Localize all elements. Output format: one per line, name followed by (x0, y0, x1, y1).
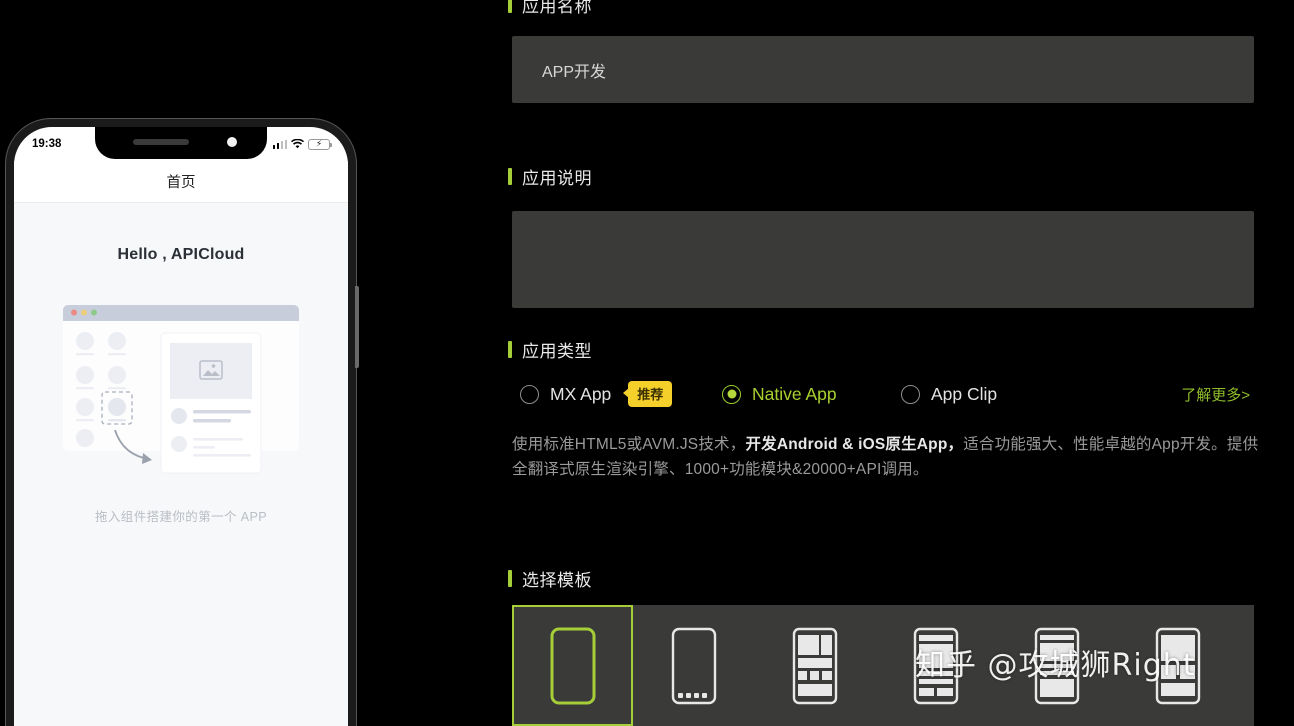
status-time: 19:38 (32, 138, 62, 150)
app-screen: 19:38 ⚡ 首页 Hello , APICloud 拖入组件搭建你的第一个 … (0, 0, 1294, 726)
template-list (512, 605, 1254, 726)
radio-option-app-clip[interactable]: App Clip (901, 384, 997, 405)
app-type-label: 应用类型 (508, 337, 592, 362)
app-desc-label: 应用说明 (508, 164, 592, 189)
phone-page-body: Hello , APICloud 拖入组件搭建你的第一个 APP (14, 203, 348, 726)
template-item-feed[interactable] (875, 605, 996, 726)
recommended-badge: 推荐 (623, 381, 673, 407)
app-name-input[interactable]: APP开发 (512, 36, 1254, 103)
feed-template-icon (913, 627, 958, 704)
template-item-card[interactable] (996, 605, 1117, 726)
phone-mockup: 19:38 ⚡ 首页 Hello , APICloud 拖入组件搭建你的第一个 … (5, 118, 359, 726)
radio-circle-selected-icon (722, 384, 741, 404)
accent-bar-icon (508, 168, 512, 185)
template-item-tabbar[interactable] (633, 605, 754, 726)
phone-screen: 19:38 ⚡ 首页 Hello , APICloud 拖入组件搭建你的第一个 … (14, 127, 348, 726)
app-name-label-text: 应用名称 (522, 0, 592, 16)
desc-bold: 开发Android & iOS原生App， (745, 436, 964, 453)
signal-icon (272, 139, 287, 149)
drag-drop-builder-illustration (57, 299, 305, 484)
app-name-label: 应用名称 (508, 0, 592, 17)
phone-nav-title: 首页 (14, 161, 348, 203)
radio-option-native-app[interactable]: Native App (722, 384, 837, 405)
earpiece-speaker-icon (133, 139, 189, 145)
radio-option-mx-app[interactable]: MX App 推荐 (520, 381, 673, 407)
template-label: 选择模板 (508, 566, 592, 591)
app-type-description: 使用标准HTML5或AVM.JS技术，开发Android & iOS原生App，… (512, 432, 1260, 482)
radio-label-app-clip: App Clip (931, 383, 998, 404)
template-item-blank[interactable] (512, 605, 633, 726)
template-label-text: 选择模板 (522, 571, 592, 590)
phone-heading: Hello , APICloud (117, 246, 245, 263)
split-template-icon (1155, 627, 1200, 704)
wifi-icon (291, 139, 304, 149)
radio-circle-icon (520, 384, 539, 404)
radio-label-native-app: Native App (752, 383, 837, 404)
phone-side-button[interactable] (355, 286, 359, 368)
phone-preview-stage: 19:38 ⚡ 首页 Hello , APICloud 拖入组件搭建你的第一个 … (0, 0, 380, 726)
template-item-split[interactable] (1117, 605, 1238, 726)
front-camera-icon (227, 137, 237, 147)
app-type-label-text: 应用类型 (522, 342, 592, 361)
app-desc-textarea[interactable] (512, 211, 1254, 308)
battery-charging-icon: ⚡ (308, 138, 332, 150)
accent-bar-icon (508, 341, 512, 358)
illustration-caption: 拖入组件搭建你的第一个 APP (95, 510, 267, 524)
blank-template-icon (550, 627, 595, 704)
tabbar-template-icon (671, 627, 716, 704)
radio-circle-icon (901, 384, 920, 404)
radio-label-mx-app: MX App (550, 383, 612, 404)
app-desc-label-text: 应用说明 (522, 169, 592, 188)
grid-template-icon (792, 627, 837, 704)
status-icons: ⚡ (272, 138, 332, 150)
card-template-icon (1034, 627, 1079, 704)
accent-bar-icon (508, 570, 512, 587)
desc-prefix: 使用标准HTML5或AVM.JS技术， (512, 436, 746, 453)
template-item-grid[interactable] (754, 605, 875, 726)
app-name-value: APP开发 (542, 63, 607, 81)
app-type-radio-group: MX App 推荐 Native App App Clip 了解更多> (512, 378, 1272, 410)
learn-more-link[interactable]: 了解更多> (1181, 384, 1250, 405)
phone-notch (95, 127, 267, 159)
create-app-form: 应用名称 APP开发 应用说明 应用类型 MX App 推荐 Native Ap… (495, 0, 1294, 726)
accent-bar-icon (508, 0, 512, 13)
